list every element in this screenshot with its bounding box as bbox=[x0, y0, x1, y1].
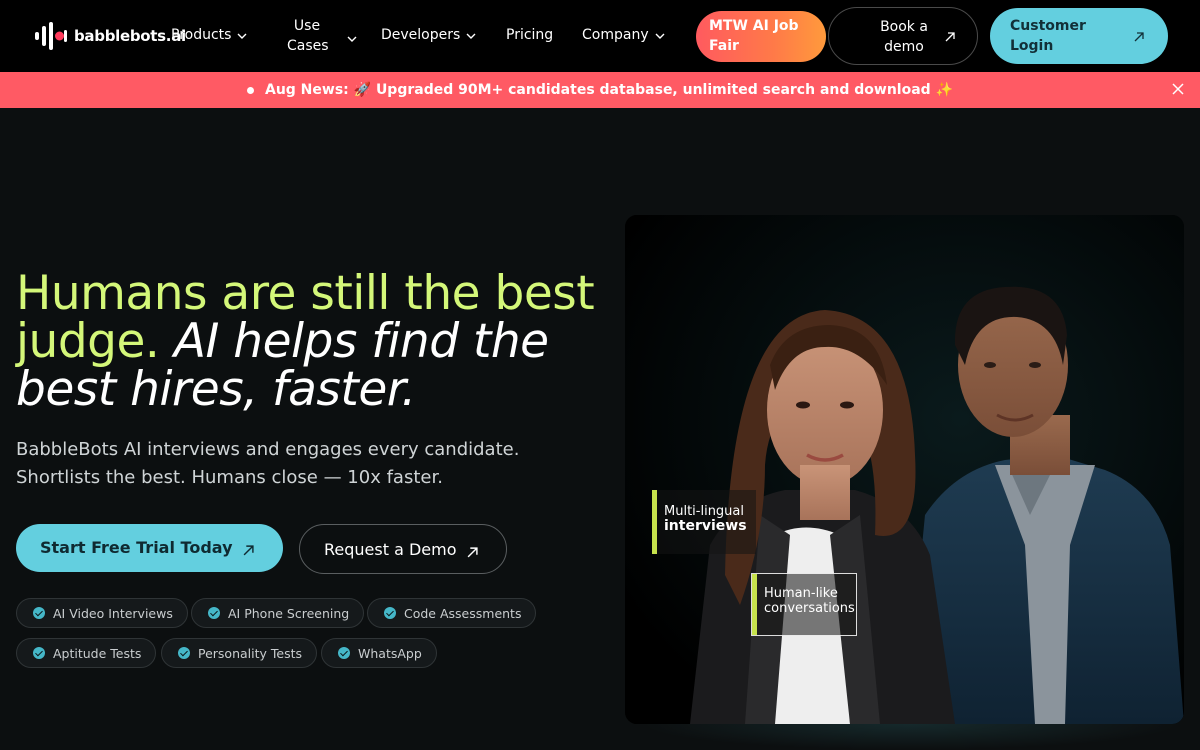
nav-use-cases[interactable]: Use Cases bbox=[287, 16, 357, 56]
check-circle-icon bbox=[384, 607, 396, 619]
arrow-up-right-icon bbox=[243, 541, 254, 560]
nav-use-cases-label-2: Cases bbox=[287, 38, 329, 54]
top-navbar: babblebots.ai Products Use Cases Develop… bbox=[0, 0, 1200, 72]
nav-pricing[interactable]: Pricing bbox=[506, 27, 553, 43]
check-circle-icon bbox=[208, 607, 220, 619]
mtw-job-fair-button[interactable]: MTW AI Job Fair bbox=[696, 11, 826, 62]
multilingual-tag: Multi-lingual interviews bbox=[652, 490, 756, 554]
feature-pill: Code Assessments bbox=[367, 598, 537, 628]
chevron-down-icon bbox=[347, 28, 357, 48]
book-demo-button[interactable]: Book a demo bbox=[828, 7, 978, 65]
arrow-up-right-icon bbox=[1134, 28, 1144, 48]
hero-title: Humans are still the best judge. AI help… bbox=[16, 270, 616, 414]
arrow-up-right-icon bbox=[945, 28, 955, 48]
tag-accent-bar bbox=[652, 490, 657, 554]
hero-media-card: Multi-lingual interviews Human-like conv… bbox=[625, 215, 1184, 724]
start-free-trial-button[interactable]: Start Free Trial Today bbox=[16, 524, 283, 572]
nav-use-cases-label-1: Use bbox=[293, 18, 321, 34]
close-icon[interactable] bbox=[1172, 83, 1184, 99]
nav-products[interactable]: Products bbox=[171, 27, 247, 43]
humanlike-tag: Human-like conversations bbox=[751, 573, 857, 636]
chevron-down-icon bbox=[655, 27, 665, 43]
feature-pill: AI Phone Screening bbox=[191, 598, 365, 628]
announcement-text: Aug News: 🚀 Upgraded 90M+ candidates dat… bbox=[264, 82, 953, 98]
check-circle-icon bbox=[338, 647, 350, 659]
feature-pill: WhatsApp bbox=[321, 638, 437, 668]
hero-people-image bbox=[625, 215, 1184, 724]
tag-accent-bar bbox=[752, 574, 757, 635]
check-circle-icon bbox=[33, 607, 45, 619]
request-demo-button[interactable]: Request a Demo bbox=[299, 524, 507, 574]
feature-pill: Personality Tests bbox=[161, 638, 318, 668]
check-circle-icon bbox=[33, 647, 45, 659]
nav-developers[interactable]: Developers bbox=[381, 27, 476, 43]
audio-wave-icon bbox=[35, 22, 67, 50]
hero-subtitle: BabbleBots AI interviews and engages eve… bbox=[16, 439, 520, 488]
brand-logo[interactable]: babblebots.ai bbox=[34, 22, 186, 50]
customer-login-button[interactable]: Customer Login bbox=[990, 8, 1168, 64]
chevron-down-icon bbox=[466, 27, 476, 43]
announcement-bar[interactable]: Aug News: 🚀 Upgraded 90M+ candidates dat… bbox=[0, 72, 1200, 108]
nav-company[interactable]: Company bbox=[582, 27, 665, 43]
feature-pill: Aptitude Tests bbox=[16, 638, 157, 668]
bullet-dot-icon bbox=[246, 86, 254, 94]
arrow-up-right-icon bbox=[467, 543, 478, 562]
feature-pill: AI Video Interviews bbox=[16, 598, 188, 628]
chevron-down-icon bbox=[237, 27, 247, 43]
card-glow bbox=[640, 724, 1180, 750]
brand-name: babblebots.ai bbox=[74, 27, 186, 45]
check-circle-icon bbox=[178, 647, 190, 659]
